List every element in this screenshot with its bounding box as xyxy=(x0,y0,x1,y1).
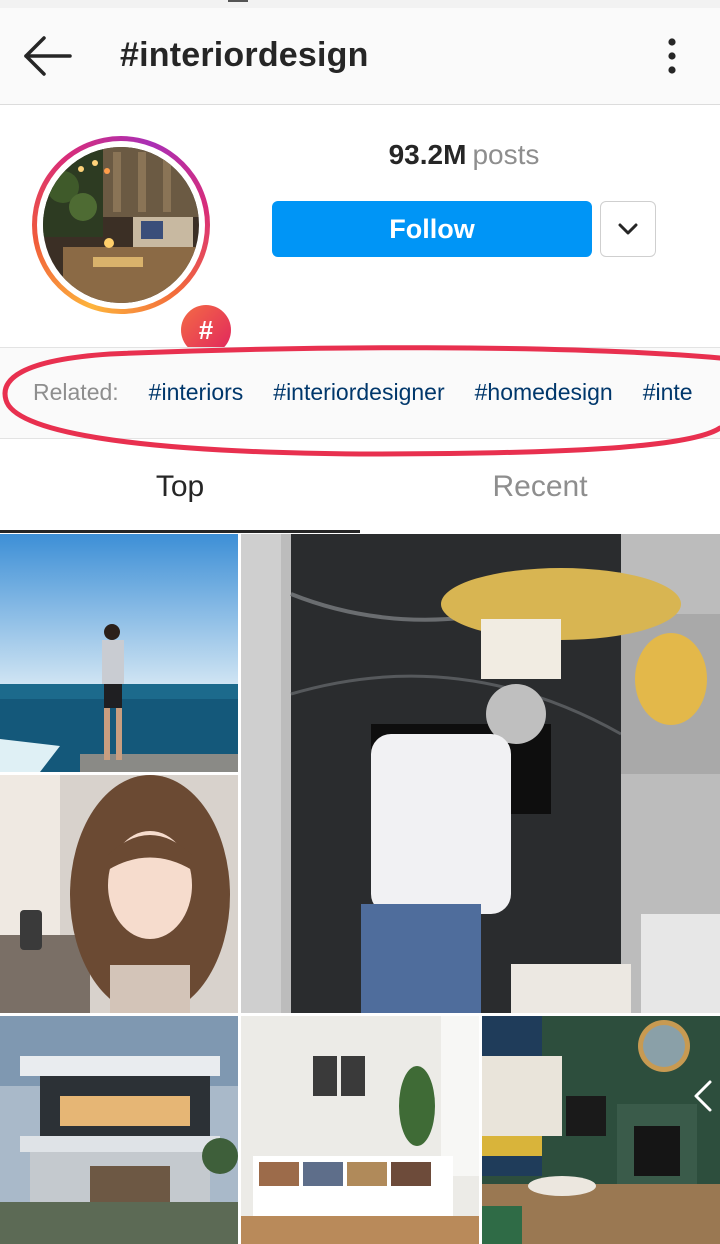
back-arrow-icon[interactable] xyxy=(22,34,74,78)
related-tag-interiors[interactable]: #interiors xyxy=(149,379,244,405)
tab-selected-indicator xyxy=(0,530,360,533)
related-hashtags-bar: Related: #interiors #interiordesigner #home… xyxy=(0,347,720,439)
posts-label: posts xyxy=(472,139,540,170)
tab-recent[interactable]: Recent xyxy=(360,438,720,532)
grid-post-bookshelf-room[interactable] xyxy=(241,1016,479,1244)
app-bar: #interiordesign xyxy=(0,8,720,105)
chevron-down-icon xyxy=(618,223,638,235)
feed-tabs: Top Recent xyxy=(0,438,720,534)
page-title: #interiordesign xyxy=(120,36,369,74)
more-options-icon[interactable] xyxy=(652,34,692,78)
grid-post-sea[interactable] xyxy=(0,534,238,772)
tab-top[interactable]: Top xyxy=(0,438,360,532)
hashtag-header: # 93.2M posts Follow xyxy=(0,105,720,359)
related-tag-homedesign[interactable]: #homedesign xyxy=(475,379,613,405)
avatar-image xyxy=(43,147,199,303)
hashtag-avatar[interactable]: # xyxy=(32,136,235,359)
posts-count: 93.2M xyxy=(388,139,467,170)
related-tag-truncated[interactable]: #inte xyxy=(643,379,693,405)
grid-post-modern-house[interactable] xyxy=(0,1016,238,1244)
grid-post-green-living-room[interactable] xyxy=(482,1016,720,1244)
grid-post-marble-fireplace[interactable] xyxy=(241,534,720,1013)
grid-post-selfie[interactable] xyxy=(0,775,238,1013)
post-grid xyxy=(0,534,720,1244)
status-bar xyxy=(0,0,720,8)
related-tag-interiordesigner[interactable]: #interiordesigner xyxy=(273,379,444,405)
chevron-left-icon[interactable] xyxy=(690,1078,716,1114)
follow-button[interactable]: Follow xyxy=(272,201,592,257)
related-hashtags-row: Related: #interiors #interiordesigner #home… xyxy=(33,379,720,406)
posts-count-line: 93.2M posts xyxy=(272,139,656,171)
status-notch xyxy=(228,0,248,2)
related-label: Related: xyxy=(33,379,119,405)
suggestions-dropdown-button[interactable] xyxy=(600,201,656,257)
